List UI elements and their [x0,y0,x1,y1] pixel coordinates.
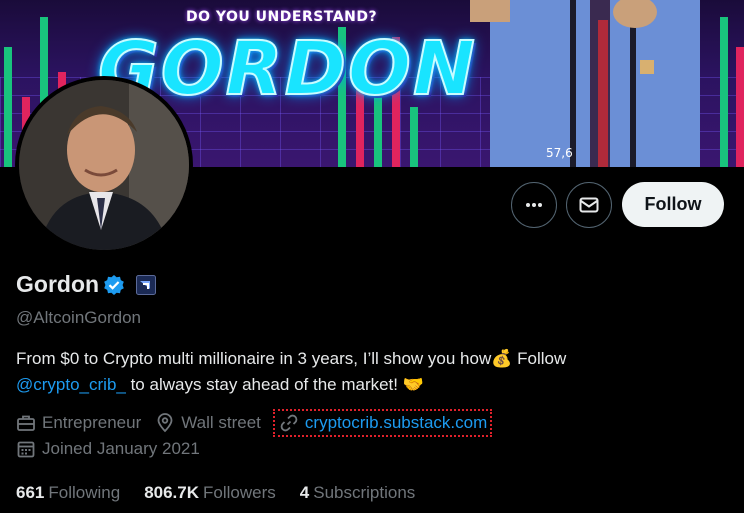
joined-item: Joined January 2021 [16,439,200,459]
profile-meta-row: Entrepreneur Wall street cryptocrib.subs… [16,409,493,437]
briefcase-icon [17,415,35,431]
location-item: Wall street [155,413,261,433]
profile-avatar[interactable] [15,76,193,254]
profession-item: Entrepreneur [16,413,141,433]
message-button[interactable] [566,182,612,228]
profile-bio: From $0 to Crypto multi millionaire in 3… [16,346,716,398]
website-text[interactable]: cryptocrib.substack.com [305,413,487,433]
more-icon [526,203,542,207]
following-label: Following [48,483,121,502]
following-count: 661 [16,483,45,502]
followers-count: 806.7K [144,483,200,502]
money-bag-icon: 💰 [491,349,513,369]
avatar-portrait [19,80,189,250]
joined-text: Joined January 2021 [42,439,200,458]
banner-person-image [470,0,700,167]
calendar-icon [17,441,35,458]
banner-ticker: 57,6 [546,146,573,160]
subscriptions-label: Subscriptions [313,483,416,502]
followers-label: Followers [203,483,276,502]
location-text: Wall street [181,413,261,432]
profession-text: Entrepreneur [42,413,142,432]
profile-handle: @AltcoinGordon [16,308,141,327]
link-icon [280,414,298,432]
followers-link[interactable]: 806.7K Followers [144,483,276,503]
display-name: Gordon [16,271,100,297]
handshake-icon: 🤝 [402,375,424,395]
profile-name-row: Gordon [16,271,157,298]
affiliate-badge-icon[interactable] [136,274,157,295]
subscriptions-count: 4 [299,483,310,502]
more-options-button[interactable] [511,182,557,228]
profile-stats: 661 Following 806.7K Followers 4 Subscripti… [16,483,439,503]
bio-mention-link[interactable]: @crypto_crib_ [16,375,126,394]
banner-tagline: DO YOU UNDERSTAND? [186,9,378,25]
location-pin-icon [157,413,173,433]
avatar-image [19,80,189,250]
following-link[interactable]: 661 Following [16,483,120,503]
bio-text: to always stay ahead of the market! [125,375,403,394]
follow-button[interactable]: Follow [622,182,724,227]
bio-text: Follow [512,349,567,368]
envelope-icon [579,197,599,213]
verified-badge-icon[interactable] [103,274,125,296]
website-link[interactable]: cryptocrib.substack.com [272,409,493,437]
bio-text: From $0 to Crypto multi millionaire in 3… [16,349,492,368]
profile-meta-row: Joined January 2021 [16,439,214,459]
subscriptions-link[interactable]: 4 Subscriptions [300,483,416,503]
